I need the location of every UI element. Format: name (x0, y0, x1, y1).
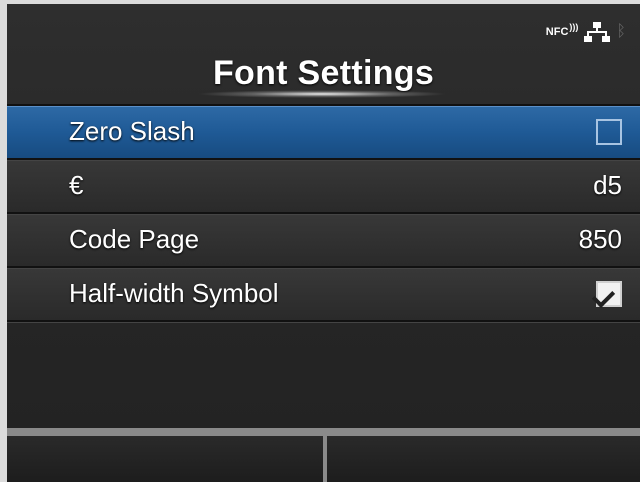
printer-display: NFC))) ᛒ Font Settings Zero Slash € d5 C… (7, 4, 640, 482)
menu-item-value: d5 (593, 170, 622, 200)
menu-item-label: Code Page (69, 224, 200, 254)
zero-slash-checkbox[interactable] (596, 119, 622, 145)
left-soft-key[interactable] (7, 428, 327, 482)
menu-item-label: € (69, 170, 84, 200)
right-soft-key[interactable] (327, 428, 640, 482)
page-title: Font Settings (212, 54, 435, 92)
menu-item-code-page[interactable]: Code Page 850 (7, 212, 640, 266)
menu-item-label: Half-width Symbol (69, 278, 279, 308)
menu-item-zero-slash[interactable]: Zero Slash (7, 104, 640, 158)
menu-item-value: 850 (578, 224, 622, 254)
soft-key-bar (7, 428, 640, 482)
header: Font Settings (7, 4, 640, 100)
menu-item-label: Zero Slash (69, 116, 195, 146)
checkmark-icon (591, 284, 616, 308)
half-width-symbol-checkbox[interactable] (591, 281, 622, 308)
title-underline (197, 90, 447, 98)
menu-item-half-width-symbol[interactable]: Half-width Symbol (7, 266, 640, 320)
menu-item-euro[interactable]: € d5 (7, 158, 640, 212)
empty-row (7, 320, 640, 374)
settings-menu: Zero Slash € d5 Code Page 850 Half-width… (7, 104, 640, 374)
